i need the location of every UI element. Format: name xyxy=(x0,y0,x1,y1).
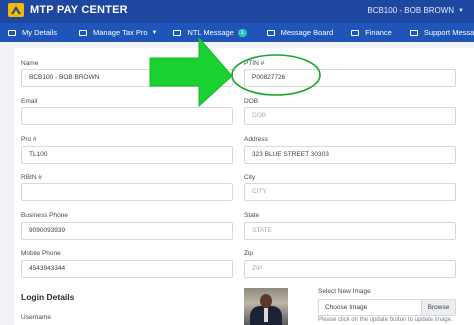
name-label: Name xyxy=(21,60,39,67)
monitor-icon xyxy=(266,29,275,36)
select-image-label: Select New Image xyxy=(318,288,371,295)
chevron-down-icon: ▼ xyxy=(151,29,158,36)
image-update-hint: Please click on the update button to upd… xyxy=(318,317,453,323)
image-file-input[interactable]: Choose Image Browse xyxy=(318,299,456,316)
business-phone-label: Business Phone xyxy=(21,212,68,219)
ptin-field[interactable]: P00827726 xyxy=(244,69,456,87)
main-nav: My Details Manage Tax Pro ▼ NTL Message … xyxy=(0,23,474,42)
email-field[interactable] xyxy=(21,107,233,125)
nav-label: Finance xyxy=(365,28,392,37)
nav-message-board[interactable]: Message Board xyxy=(261,23,340,42)
mobile-phone-field[interactable]: 4543943344 xyxy=(21,260,233,278)
name-field[interactable]: BCB100 - BOB BROWN xyxy=(21,69,233,87)
ptin-label: PTIN # xyxy=(244,60,265,67)
brand-name: MTP PAY CENTER xyxy=(30,4,128,16)
zip-field[interactable]: ZIP xyxy=(244,260,456,278)
mobile-phone-label: Mobile Phone xyxy=(21,250,61,257)
zip-label: Zip xyxy=(244,250,254,257)
nav-label: Support Message xyxy=(423,28,474,37)
profile-photo xyxy=(244,288,288,325)
login-details-heading: Login Details xyxy=(21,292,75,302)
dob-field[interactable]: DOB xyxy=(244,107,456,125)
nav-ntl-message[interactable]: NTL Message 1 xyxy=(167,23,252,42)
monitor-icon xyxy=(409,29,418,36)
nav-label: My Details xyxy=(22,28,58,37)
monitor-icon xyxy=(351,29,360,36)
nav-label: Manage Tax Pro xyxy=(93,28,148,37)
username-label: Username xyxy=(21,314,51,321)
brand-logo[interactable]: MTP PAY CENTER xyxy=(8,3,128,17)
mtp-logo-icon xyxy=(8,3,24,17)
monitor-icon xyxy=(79,29,88,36)
monitor-icon xyxy=(173,29,182,36)
nav-support-message[interactable]: Support Message 1 xyxy=(404,23,474,42)
city-label: City xyxy=(244,174,256,181)
email-label: Email xyxy=(21,98,38,105)
browse-button[interactable]: Browse xyxy=(421,300,455,315)
pro-label: Pro # xyxy=(21,136,37,143)
top-header: MTP PAY CENTER BCB100 - BOB BROWN ▼ xyxy=(0,0,474,23)
business-phone-field[interactable]: 9090093939 xyxy=(21,222,233,240)
nav-manage-tax-pro[interactable]: Manage Tax Pro ▼ xyxy=(73,23,163,42)
choose-image-text[interactable]: Choose Image xyxy=(319,300,421,315)
monitor-icon xyxy=(8,29,16,36)
nav-label: NTL Message xyxy=(187,28,234,37)
user-name: BCB100 - BOB BROWN xyxy=(367,6,455,15)
state-field[interactable]: STATE xyxy=(244,222,456,240)
nav-finance[interactable]: Finance xyxy=(345,23,398,42)
pro-field[interactable]: TL100 xyxy=(21,146,233,164)
chevron-down-icon: ▼ xyxy=(458,7,464,14)
nav-label: Message Board xyxy=(280,28,334,37)
rbin-field[interactable] xyxy=(21,183,233,201)
address-field[interactable]: 323 BLUE STREET 30303 xyxy=(244,146,456,164)
rbin-label: RBIN # xyxy=(21,174,42,181)
user-menu[interactable]: BCB100 - BOB BROWN ▼ xyxy=(367,6,464,15)
state-label: State xyxy=(244,212,260,219)
dob-label: DOB xyxy=(244,98,259,105)
city-field[interactable]: CITY xyxy=(244,183,456,201)
address-label: Address xyxy=(244,136,268,143)
nav-my-details[interactable]: My Details xyxy=(0,23,63,42)
message-count-badge: 1 xyxy=(237,28,247,37)
